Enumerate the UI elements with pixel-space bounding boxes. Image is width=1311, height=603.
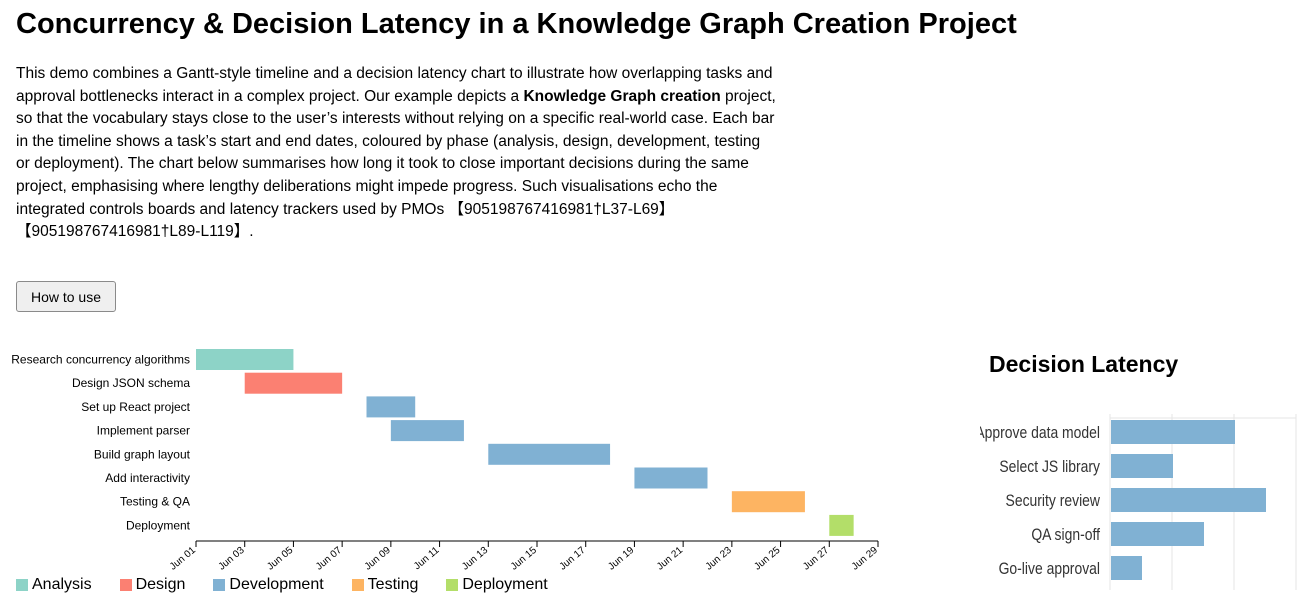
gantt-row-build-graph-layout: Build graph layout (94, 443, 611, 465)
x-tick: Jun 09 (363, 541, 393, 572)
x-tick: Jun 01 (168, 541, 198, 572)
gantt-row-design-json-schema: Design JSON schema (72, 372, 343, 394)
task-bar (244, 372, 343, 394)
latency-label: Security review (1006, 492, 1101, 511)
task-label: Research concurrency algorithms (11, 353, 190, 367)
x-tick-label: Jun 01 (168, 545, 198, 572)
task-bar (634, 467, 708, 489)
gantt-row-deployment: Deployment (126, 514, 854, 536)
x-tick: Jun 07 (314, 541, 344, 572)
task-bar (366, 396, 416, 418)
latency-bar (1111, 556, 1142, 580)
gantt-chart: Research concurrency algorithms Design JS… (11, 349, 880, 572)
x-tick-label: Jun 23 (704, 545, 734, 572)
gantt-row-set-up-react-project: Set up React project (81, 396, 416, 418)
phase-legend: Analysis Design Development Testing Deployme… (16, 576, 576, 594)
legend-item-deployment: Deployment (446, 576, 548, 594)
task-label: Implement parser (97, 424, 190, 438)
gantt-row-implement-parser: Implement parser (97, 420, 464, 442)
x-tick-label: Jun 17 (558, 545, 588, 572)
latency-label: Go-live approval (999, 560, 1100, 579)
latency-bar (1111, 522, 1204, 546)
latency-row-security-review: Security review (1006, 488, 1266, 512)
legend-swatch (213, 579, 226, 591)
decision-latency-title: Decision Latency (989, 351, 1179, 377)
latency-label: QA sign-off (1031, 526, 1100, 545)
latency-row-qa-sign-off: QA sign-off (1031, 522, 1204, 546)
task-label: Design JSON schema (72, 376, 190, 390)
latency-bar (1111, 488, 1266, 512)
x-tick-label: Jun 15 (509, 545, 539, 572)
task-bar (488, 443, 611, 465)
x-tick: Jun 23 (704, 541, 734, 572)
gantt-row-research-concurrency-algorithms: Research concurrency algorithms (11, 349, 294, 370)
legend-label: Deployment (462, 576, 548, 593)
x-tick-label: Jun 25 (752, 545, 782, 572)
latency-bar (1111, 420, 1235, 444)
how-to-use-button[interactable]: How to use (16, 281, 116, 312)
x-tick-label: Jun 09 (363, 545, 393, 572)
x-tick: Jun 11 (412, 541, 442, 572)
x-tick: Jun 21 (655, 541, 685, 572)
latency-label: Approve data model (980, 424, 1100, 443)
x-tick-label: Jun 27 (801, 545, 831, 572)
legend-swatch (16, 579, 28, 591)
legend-label: Development (229, 576, 324, 593)
x-tick-label: Jun 03 (217, 545, 247, 572)
legend-item-design: Design (119, 576, 186, 594)
legend-item-analysis: Analysis (16, 576, 92, 594)
task-bar (829, 514, 854, 536)
decision-latency-chart: Approve data model Select JS library Secur… (980, 414, 1297, 590)
x-tick: Jun 17 (558, 541, 588, 572)
task-label: Build graph layout (94, 447, 191, 461)
legend-item-development: Development (213, 576, 324, 594)
x-tick: Jun 13 (460, 541, 491, 572)
x-tick: Jun 03 (217, 541, 247, 572)
gantt-row-testing-qa: Testing & QA (120, 491, 805, 513)
x-tick-label: Jun 05 (265, 545, 295, 572)
legend-swatch (119, 579, 132, 591)
latency-row-go-live-approval: Go-live approval (999, 556, 1142, 580)
task-label: Set up React project (81, 400, 190, 414)
x-tick: Jun 15 (509, 541, 539, 572)
x-tick-label: Jun 21 (655, 545, 685, 572)
x-tick-label: Jun 19 (606, 545, 636, 572)
latency-row-approve-data-model: Approve data model (980, 420, 1235, 444)
task-bar (731, 491, 805, 513)
gantt-row-add-interactivity: Add interactivity (105, 467, 708, 489)
intro-paragraph: This demo combines a Gantt-style timelin… (16, 63, 776, 244)
intro-text-2: project, so that the vocabulary stays cl… (16, 87, 776, 241)
legend-label: Design (135, 576, 186, 593)
x-tick: Jun 29 (850, 541, 880, 572)
task-bar (390, 420, 464, 442)
legend-item-testing: Testing (351, 576, 419, 594)
x-tick-label: Jun 29 (850, 545, 880, 572)
legend-swatch (446, 579, 459, 591)
legend-label: Analysis (32, 576, 92, 593)
x-tick-label: Jun 13 (460, 545, 490, 572)
latency-row-select-js-library: Select JS library (999, 454, 1173, 478)
latency-bar (1111, 454, 1173, 478)
legend-label: Testing (367, 576, 419, 593)
latency-label: Select JS library (999, 458, 1100, 477)
task-label: Add interactivity (105, 471, 190, 485)
task-label: Testing & QA (120, 495, 190, 509)
x-tick: Jun 27 (801, 541, 832, 572)
legend-swatch (351, 579, 364, 591)
task-label: Deployment (126, 518, 191, 532)
x-tick: Jun 05 (265, 541, 296, 572)
x-tick: Jun 19 (606, 541, 637, 572)
x-tick-label: Jun 11 (412, 545, 442, 572)
page-title: Concurrency & Decision Latency in a Know… (16, 8, 1017, 40)
x-tick: Jun 25 (752, 541, 783, 572)
intro-bold-text: Knowledge Graph creation (523, 87, 721, 105)
x-tick-label: Jun 07 (314, 545, 344, 572)
task-bar (196, 349, 294, 370)
